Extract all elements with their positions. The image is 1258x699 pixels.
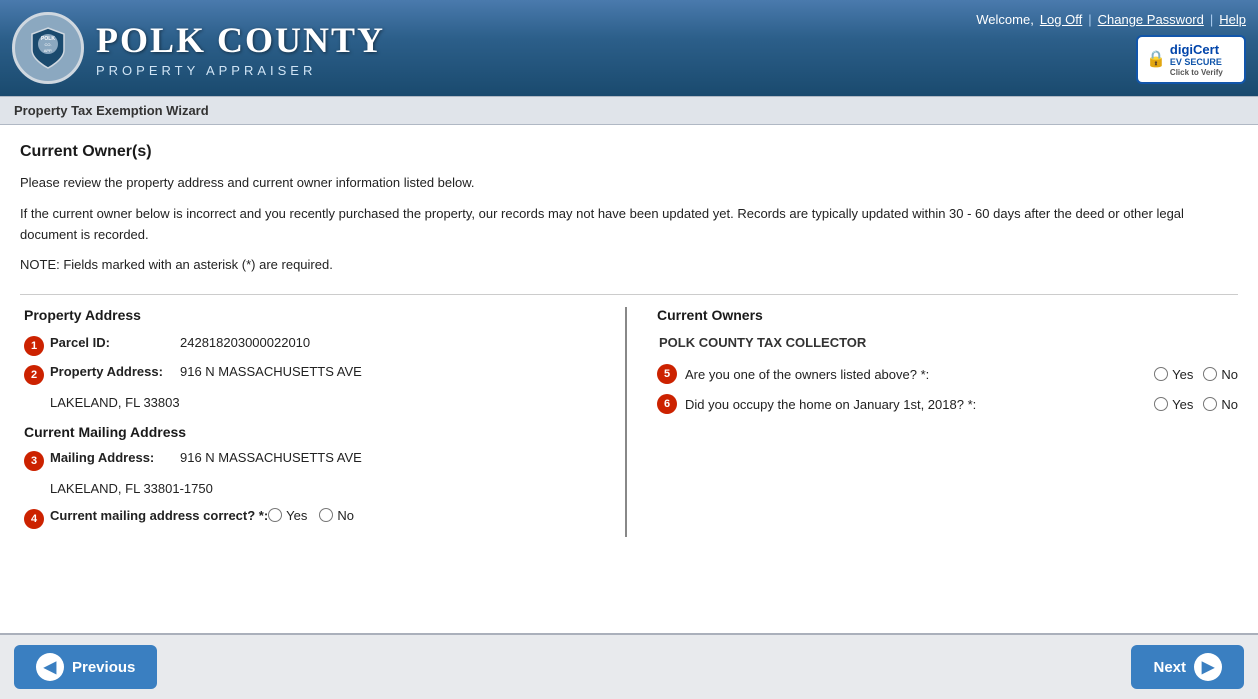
page-section-title: Current Owner(s) <box>20 143 1238 161</box>
footer-nav: ◀ Previous Next ▶ <box>0 633 1258 699</box>
mailing-correct-yes-radio[interactable] <box>268 508 282 522</box>
digicert-text: digiCert EV SECURE Click to Verify <box>1170 42 1223 78</box>
property-address-line2-row: LAKELAND, FL 33803 <box>50 393 605 414</box>
mailing-section-title: Current Mailing Address <box>24 424 605 440</box>
current-owners-title: Current Owners <box>657 307 1238 323</box>
breadcrumb-title: Property Tax Exemption Wizard <box>14 103 209 118</box>
property-address-label: Property Address: <box>50 364 180 379</box>
step-number-2: 2 <box>24 365 44 385</box>
header-left: POLK CO. APP. POLK COUNTY PROPERTY APPRA… <box>12 12 385 84</box>
question-6-row: 6 Did you occupy the home on January 1st… <box>657 394 1238 414</box>
previous-icon: ◀ <box>36 653 64 681</box>
step-number-5: 5 <box>657 364 677 384</box>
question-5-row: 5 Are you one of the owners listed above… <box>657 364 1238 384</box>
mailing-correct-options: Yes No <box>268 508 354 523</box>
mailing-correct-yes-option[interactable]: Yes <box>268 508 307 523</box>
change-password-link[interactable]: Change Password <box>1098 12 1204 27</box>
mailing-address-row: 3 Mailing Address: 916 N MASSACHUSETTS A… <box>24 450 605 471</box>
header-right: Welcome, Log Off | Change Password | Hel… <box>976 12 1246 85</box>
parcel-id-value: 242818203000022010 <box>180 335 310 350</box>
help-link[interactable]: Help <box>1219 12 1246 27</box>
site-header: POLK CO. APP. POLK COUNTY PROPERTY APPRA… <box>0 0 1258 96</box>
mailing-correct-no-radio[interactable] <box>319 508 333 522</box>
mailing-correct-row: 4 Current mailing address correct? *: Ye… <box>24 508 605 529</box>
question-5-yes-label: Yes <box>1172 367 1193 382</box>
county-name: POLK COUNTY <box>96 19 385 61</box>
intro-text-2: If the current owner below is incorrect … <box>20 204 1238 246</box>
right-column: Current Owners POLK COUNTY TAX COLLECTOR… <box>627 307 1238 537</box>
intro-text-1: Please review the property address and c… <box>20 173 1238 194</box>
svg-text:APP.: APP. <box>44 48 53 53</box>
mailing-correct-no-option[interactable]: No <box>319 508 354 523</box>
left-column: Property Address 1 Parcel ID: 2428182030… <box>20 307 627 537</box>
separator1: | <box>1088 12 1091 27</box>
step-number-1: 1 <box>24 336 44 356</box>
question-6-text: Did you occupy the home on January 1st, … <box>685 397 1144 412</box>
mailing-correct-yes-label: Yes <box>286 508 307 523</box>
county-logo: POLK CO. APP. <box>12 12 84 84</box>
property-address-row: 2 Property Address: 916 N MASSACHUSETTS … <box>24 364 605 385</box>
step-number-6: 6 <box>657 394 677 414</box>
main-content: Current Owner(s) Please review the prope… <box>0 125 1258 615</box>
question-5-yes-radio[interactable] <box>1154 367 1168 381</box>
separator2: | <box>1210 12 1213 27</box>
property-address-title: Property Address <box>24 307 605 323</box>
next-icon: ▶ <box>1194 653 1222 681</box>
mailing-address-line2-row: LAKELAND, FL 33801-1750 <box>50 479 605 500</box>
question-5-no-radio[interactable] <box>1203 367 1217 381</box>
log-off-link[interactable]: Log Off <box>1040 12 1082 27</box>
question-6-no-option[interactable]: No <box>1203 397 1238 412</box>
question-6-yes-radio[interactable] <box>1154 397 1168 411</box>
question-5-no-label: No <box>1221 367 1238 382</box>
parcel-id-row: 1 Parcel ID: 242818203000022010 <box>24 335 605 356</box>
svg-text:CO.: CO. <box>44 42 51 47</box>
digicert-name: digiCert <box>1170 42 1223 58</box>
digicert-logo-icon: 🔒 <box>1146 49 1166 69</box>
step-number-4: 4 <box>24 509 44 529</box>
mailing-address-line2: LAKELAND, FL 33801-1750 <box>50 479 605 500</box>
previous-label: Previous <box>72 659 135 676</box>
top-nav: Welcome, Log Off | Change Password | Hel… <box>976 12 1246 27</box>
mailing-address-line1: 916 N MASSACHUSETTS AVE <box>180 450 362 465</box>
digicert-badge[interactable]: 🔒 digiCert EV SECURE Click to Verify <box>1136 35 1246 85</box>
question-6-no-radio[interactable] <box>1203 397 1217 411</box>
previous-button[interactable]: ◀ Previous <box>14 645 157 689</box>
header-title: POLK COUNTY PROPERTY APPRAISER <box>96 19 385 78</box>
note-text: NOTE: Fields marked with an asterisk (*)… <box>20 255 1238 276</box>
breadcrumb-bar: Property Tax Exemption Wizard <box>0 96 1258 125</box>
next-label: Next <box>1153 659 1186 676</box>
click-verify-label: Click to Verify <box>1170 68 1223 78</box>
dept-name: PROPERTY APPRAISER <box>96 63 385 78</box>
property-address-value: 916 N MASSACHUSETTS AVE <box>180 364 362 379</box>
question-5-yes-option[interactable]: Yes <box>1154 367 1193 382</box>
parcel-id-label: Parcel ID: <box>50 335 180 350</box>
step-number-3: 3 <box>24 451 44 471</box>
mailing-address-label: Mailing Address: <box>50 450 180 465</box>
question-6-options: Yes No <box>1154 397 1238 412</box>
next-button[interactable]: Next ▶ <box>1131 645 1244 689</box>
question-6-yes-option[interactable]: Yes <box>1154 397 1193 412</box>
mailing-correct-label: Current mailing address correct? *: <box>50 508 268 523</box>
question-6-no-label: No <box>1221 397 1238 412</box>
question-5-text: Are you one of the owners listed above? … <box>685 367 1144 382</box>
two-column-layout: Property Address 1 Parcel ID: 2428182030… <box>20 294 1238 537</box>
question-5-no-option[interactable]: No <box>1203 367 1238 382</box>
mailing-correct-no-label: No <box>337 508 354 523</box>
property-address-line2: LAKELAND, FL 33803 <box>50 393 605 414</box>
question-5-options: Yes No <box>1154 367 1238 382</box>
question-6-yes-label: Yes <box>1172 397 1193 412</box>
ev-secure-label: EV SECURE <box>1170 57 1223 68</box>
owner-name: POLK COUNTY TAX COLLECTOR <box>657 335 1238 350</box>
welcome-text: Welcome, <box>976 12 1034 27</box>
